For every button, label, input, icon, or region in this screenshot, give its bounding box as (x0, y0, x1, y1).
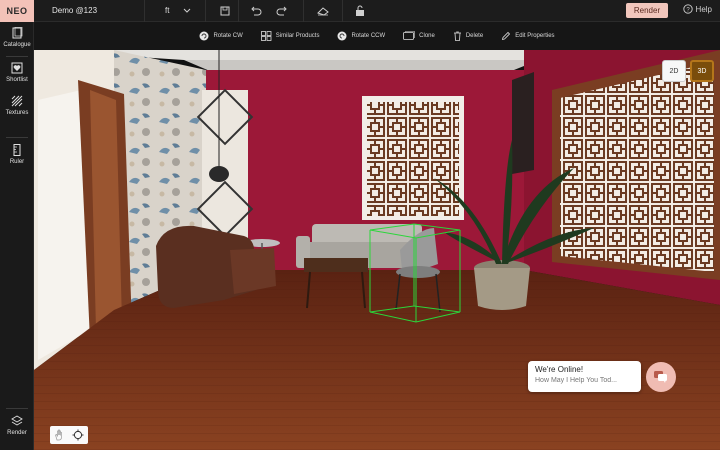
sidebar-item-label: Render (7, 430, 27, 436)
chair-seat (396, 266, 440, 278)
divider (6, 56, 28, 57)
heart-icon (11, 62, 23, 74)
render-button[interactable]: Render (626, 3, 668, 18)
sidebar-item-label: Textures (5, 110, 29, 116)
top-bar: NEO Demo @123 ft Render ? Help (0, 0, 720, 22)
right-window (560, 62, 714, 272)
chat-popup[interactable]: We're Online! How May I Help You Tod... (528, 361, 641, 392)
sidebar-item-label: Ruler (9, 159, 25, 165)
sidebar-item-label: Catalogue (3, 42, 31, 48)
view-3d-button[interactable]: 3D (690, 60, 714, 82)
ruler-icon (13, 144, 21, 156)
undo-button[interactable] (243, 0, 269, 22)
chat-bubble-icon (654, 371, 667, 383)
view-2d-button[interactable]: 2D (662, 60, 686, 82)
coffee-table-top (304, 258, 368, 272)
clone-button[interactable]: Clone (403, 31, 435, 41)
delete-button[interactable]: Delete (453, 31, 483, 41)
sidebar-item-ruler[interactable]: Ruler (0, 144, 34, 165)
wall-art (512, 72, 534, 174)
rotate-ccw-label: Rotate CCW (351, 33, 386, 39)
viewport-tools (50, 426, 88, 444)
catalogue-icon (12, 27, 23, 39)
object-toolbar: Rotate CW Similar Products Rotate CCW Cl… (34, 22, 720, 50)
lock-button[interactable] (347, 0, 373, 22)
divider (6, 137, 28, 138)
app-logo: NEO (0, 0, 34, 22)
save-button[interactable] (212, 0, 238, 22)
chat-subtitle: How May I Help You Tod... (535, 377, 617, 384)
rotate-cw-icon (199, 31, 209, 41)
similar-products-icon (260, 31, 272, 41)
undo-icon (251, 6, 262, 15)
pencil-icon (502, 31, 511, 41)
rotate-cw-label: Rotate CW (213, 33, 243, 39)
similar-products-label: Similar Products (275, 33, 320, 39)
sidebar-item-textures[interactable]: Textures (0, 95, 34, 116)
help-button[interactable]: ? Help (682, 4, 712, 14)
divider (238, 0, 240, 22)
pendant-lamp (209, 166, 229, 182)
save-icon (220, 6, 230, 15)
similar-products-button[interactable]: Similar Products (260, 31, 320, 41)
armchair-arm (230, 248, 276, 294)
divider (303, 0, 305, 22)
edit-properties-button[interactable]: Edit Properties (501, 31, 555, 41)
sidebar-item-catalogue[interactable]: Catalogue (0, 27, 34, 48)
redo-icon (277, 6, 288, 15)
chat-launcher-button[interactable] (646, 362, 676, 392)
unit-select[interactable]: ft (145, 0, 205, 22)
render-icon (11, 415, 23, 426)
clone-label: Clone (419, 33, 435, 39)
eraser-button[interactable] (310, 0, 336, 22)
chevron-down-icon (184, 8, 191, 13)
left-sidebar: Catalogue Shortlist Textures Ruler Rende… (0, 22, 34, 450)
rotate-ccw-button[interactable]: Rotate CCW (337, 31, 385, 41)
textures-icon (11, 95, 23, 107)
rotate-cw-button[interactable]: Rotate CW (199, 31, 243, 41)
trash-icon (453, 31, 461, 41)
clone-icon (403, 31, 415, 40)
delete-label: Delete (465, 33, 484, 39)
divider (342, 0, 344, 22)
chat-title: We're Online! (535, 365, 584, 374)
crosshair-icon[interactable] (72, 429, 84, 441)
unlock-icon (356, 5, 365, 16)
redo-button[interactable] (269, 0, 295, 22)
rotate-ccw-icon (337, 31, 347, 41)
eraser-icon (317, 6, 330, 16)
help-label: Help (695, 4, 712, 14)
view-toggle: 2D 3D (662, 60, 714, 82)
planter-body (474, 268, 530, 310)
unit-value: ft (165, 6, 170, 15)
hand-pan-icon[interactable] (54, 429, 64, 441)
sidebar-item-shortlist[interactable]: Shortlist (0, 62, 34, 83)
sidebar-item-render[interactable]: Render (0, 415, 34, 436)
project-name[interactable]: Demo @123 (34, 6, 144, 15)
back-window (367, 102, 459, 216)
divider (6, 408, 28, 409)
divider (205, 0, 207, 22)
sidebar-item-label: Shortlist (6, 77, 28, 83)
help-icon: ? (682, 4, 693, 14)
edit-properties-label: Edit Properties (515, 33, 555, 39)
